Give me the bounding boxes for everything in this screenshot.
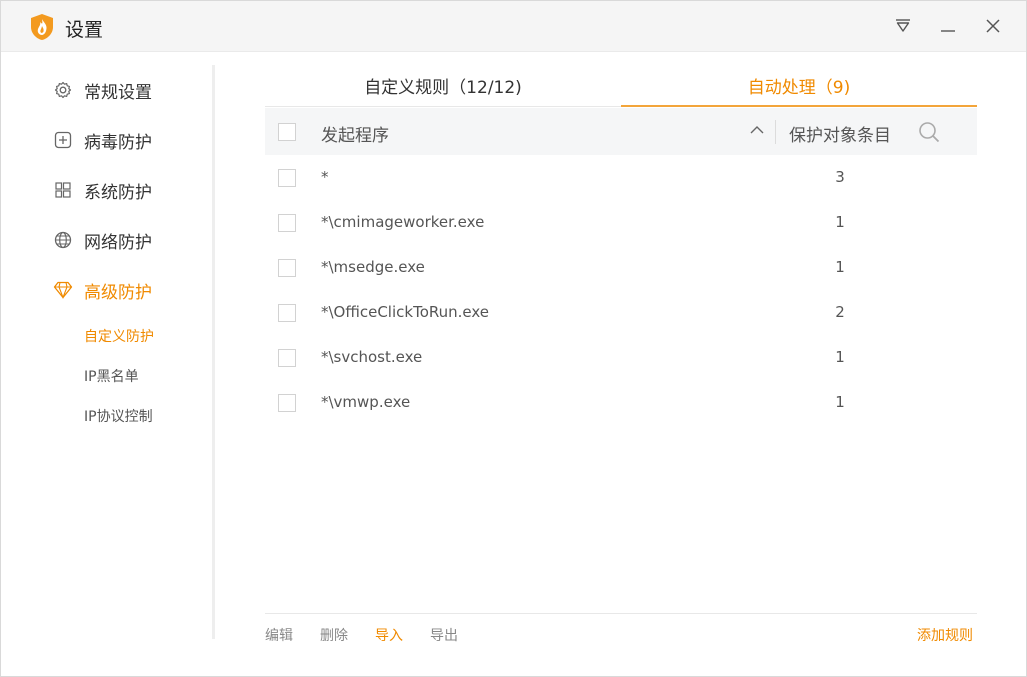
- plus-square-icon: [53, 130, 73, 150]
- import-button[interactable]: 导入: [375, 625, 403, 645]
- row-checkbox[interactable]: [278, 169, 296, 187]
- title-bar: 设置: [1, 1, 1026, 52]
- sidebar-item-network[interactable]: 网络防护: [53, 225, 152, 255]
- add-rule-button[interactable]: 添加规则: [917, 625, 973, 645]
- table-row[interactable]: *\cmimageworker.exe 1: [265, 201, 977, 246]
- row-initiator: *\OfficeClickToRun.exe: [321, 303, 490, 321]
- search-icon: [919, 122, 940, 143]
- column-separator[interactable]: [775, 120, 776, 144]
- active-tab-indicator: [621, 105, 977, 107]
- export-button[interactable]: 导出: [430, 625, 458, 645]
- gear-icon: [53, 80, 73, 100]
- search-button[interactable]: [917, 120, 941, 144]
- table-row[interactable]: *\vmwp.exe 1: [265, 381, 977, 426]
- table-row[interactable]: *\msedge.exe 1: [265, 246, 977, 291]
- row-checkbox[interactable]: [278, 349, 296, 367]
- row-protected-count: 1: [835, 393, 845, 411]
- row-checkbox[interactable]: [278, 214, 296, 232]
- app-logo-icon: [29, 13, 55, 41]
- row-protected-count: 3: [835, 168, 845, 186]
- sidebar-item-virus[interactable]: 病毒防护: [53, 125, 152, 155]
- table-row[interactable]: *\svchost.exe 1: [265, 336, 977, 381]
- tab-auto-process[interactable]: 自动处理（9): [621, 73, 977, 107]
- edit-button[interactable]: 编辑: [265, 625, 293, 645]
- table-header: 发起程序 保护对象条目: [265, 108, 977, 155]
- table-row[interactable]: * 3: [265, 156, 977, 201]
- sidebar-item-label: 病毒防护: [84, 132, 152, 153]
- settings-window: 设置 常规设置 病毒防护 系统防护 网络防护 高级防护 自定义防护 IP黑名单 …: [0, 0, 1027, 677]
- column-header-protected-items[interactable]: 保护对象条目: [789, 121, 897, 146]
- close-icon: [986, 19, 1000, 33]
- sidebar-item-general[interactable]: 常规设置: [53, 75, 152, 105]
- sidebar-subitem-custom-protection[interactable]: 自定义防护: [84, 326, 154, 346]
- chevron-up-icon: [750, 126, 764, 134]
- delete-button[interactable]: 删除: [320, 625, 348, 645]
- sidebar-subitem-ip-blacklist[interactable]: IP黑名单: [84, 366, 139, 386]
- menu-button[interactable]: [888, 11, 918, 41]
- window-title: 设置: [65, 19, 104, 41]
- sidebar-item-system[interactable]: 系统防护: [53, 175, 152, 205]
- row-checkbox[interactable]: [278, 304, 296, 322]
- globe-icon: [53, 230, 73, 250]
- row-checkbox[interactable]: [278, 394, 296, 412]
- minimize-button[interactable]: [933, 11, 963, 41]
- sidebar-subitem-ip-protocol[interactable]: IP协议控制: [84, 406, 153, 426]
- select-all-checkbox[interactable]: [278, 123, 296, 141]
- row-protected-count: 1: [835, 348, 845, 366]
- windows-icon: [53, 180, 73, 200]
- column-header-initiator[interactable]: 发起程序: [321, 121, 389, 146]
- menu-triangle-icon: [896, 19, 910, 32]
- row-protected-count: 1: [835, 258, 845, 276]
- row-checkbox[interactable]: [278, 259, 296, 277]
- sidebar-divider: [212, 65, 215, 639]
- sort-button[interactable]: [749, 122, 765, 138]
- diamond-icon: [53, 280, 73, 300]
- tab-custom-rules[interactable]: 自定义规则（12/12): [265, 73, 621, 107]
- footer-divider: [265, 613, 977, 614]
- row-initiator: *\svchost.exe: [321, 348, 423, 366]
- close-button[interactable]: [978, 11, 1008, 41]
- row-initiator: *\msedge.exe: [321, 258, 425, 276]
- sidebar-item-label: 高级防护: [84, 282, 152, 303]
- sidebar-item-advanced[interactable]: 高级防护: [53, 275, 152, 305]
- sidebar-item-label: 系统防护: [84, 182, 152, 203]
- row-initiator: *\vmwp.exe: [321, 393, 411, 411]
- minimize-icon: [941, 30, 955, 32]
- sidebar-item-label: 常规设置: [84, 82, 152, 103]
- row-protected-count: 1: [835, 213, 845, 231]
- table-row[interactable]: *\OfficeClickToRun.exe 2: [265, 291, 977, 336]
- row-initiator: *: [321, 168, 329, 186]
- row-protected-count: 2: [835, 303, 845, 321]
- row-initiator: *\cmimageworker.exe: [321, 213, 485, 231]
- sidebar-item-label: 网络防护: [84, 232, 152, 253]
